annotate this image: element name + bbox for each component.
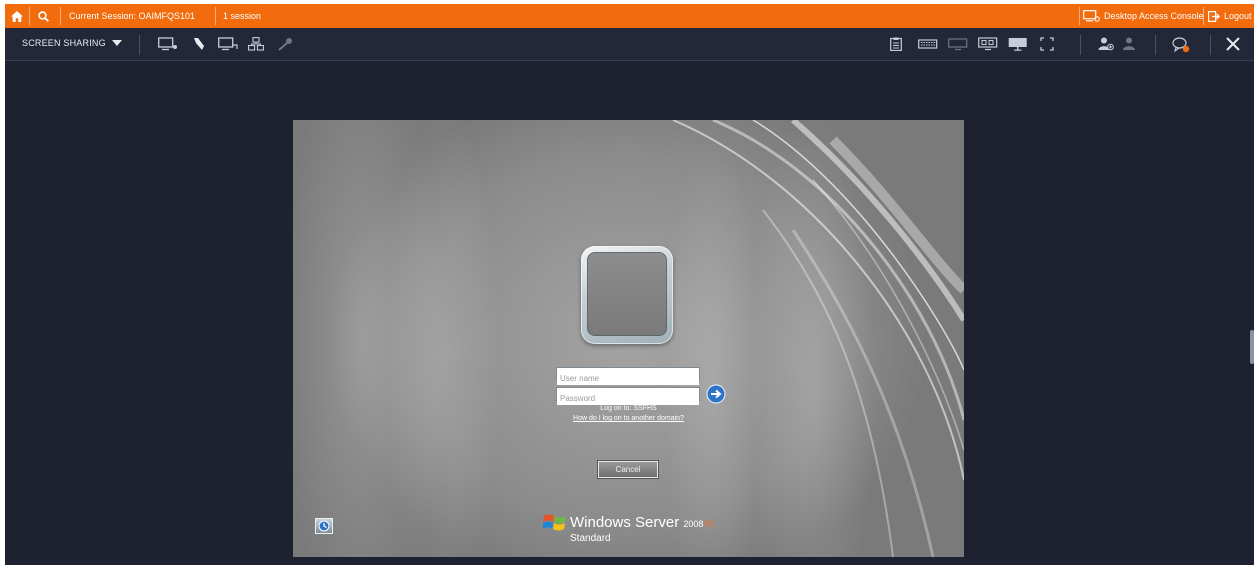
divider <box>1080 35 1081 55</box>
remote-control-button[interactable] <box>193 37 211 51</box>
expand-icon <box>1040 37 1054 51</box>
fullscreen-button[interactable] <box>1040 37 1058 51</box>
divider <box>60 7 61 25</box>
view-only-button[interactable] <box>158 37 177 51</box>
chevron-down-icon <box>111 40 122 46</box>
user-add-icon <box>1098 37 1114 51</box>
close-icon <box>1226 37 1240 51</box>
keyboard-icon <box>918 39 938 49</box>
logout-button[interactable]: Logout <box>1208 4 1252 28</box>
top-bar: Current Session: OAIMFQS101 1 session De… <box>5 4 1254 28</box>
logout-label: Logout <box>1224 11 1252 21</box>
desktop-access-console-label: Desktop Access Console <box>1104 11 1204 21</box>
divider <box>139 35 140 55</box>
cancel-button[interactable]: Cancel <box>598 461 658 478</box>
monitor-icon <box>1008 38 1027 51</box>
logout-icon <box>1208 10 1220 22</box>
search-icon <box>37 10 49 22</box>
chat-button[interactable] <box>1172 37 1190 53</box>
divider <box>215 7 216 25</box>
search-button[interactable] <box>31 4 55 28</box>
divider <box>1203 7 1204 25</box>
home-icon <box>11 10 23 22</box>
product-name: Windows Server 2008R2 <box>570 514 715 531</box>
product-release: R2 <box>703 519 715 529</box>
user-avatar-frame <box>581 246 673 344</box>
divider <box>1155 35 1156 55</box>
home-button[interactable] <box>5 4 29 28</box>
submit-logon-button[interactable] <box>706 384 726 404</box>
network-button[interactable] <box>248 37 266 51</box>
session-toolbar: SCREEN SHARING <box>5 28 1254 61</box>
password-field[interactable] <box>556 387 700 405</box>
desktop-access-console-button[interactable]: Desktop Access Console <box>1083 4 1204 28</box>
username-input[interactable] <box>557 372 699 385</box>
divider <box>1079 7 1080 25</box>
key-icon <box>278 38 292 51</box>
screen-sharing-label: SCREEN SHARING <box>22 38 106 48</box>
add-participant-button[interactable] <box>1098 37 1116 51</box>
monitor-transfer-icon <box>218 37 238 51</box>
close-session-button[interactable] <box>1223 34 1243 54</box>
network-icon <box>248 37 264 51</box>
keyboard-button[interactable] <box>918 37 938 51</box>
windows-logo-icon <box>543 514 566 531</box>
ease-of-access-button[interactable] <box>315 518 333 534</box>
clipboard-button[interactable] <box>890 37 908 51</box>
screen-sharing-dropdown[interactable]: SCREEN SHARING <box>22 38 122 48</box>
user-icon <box>1123 37 1135 50</box>
divider <box>1210 35 1211 55</box>
product-title: Windows Server <box>570 514 680 531</box>
transfer-button[interactable] <box>218 37 238 51</box>
monitor-off-icon <box>948 38 968 51</box>
user-avatar <box>587 252 667 336</box>
clipboard-icon <box>890 37 902 51</box>
logon-domain-text: Log on to: SSFHS <box>600 405 657 412</box>
participants-button[interactable] <box>1122 37 1140 51</box>
monitor-keys-icon <box>978 37 998 51</box>
product-edition: Standard <box>570 533 611 544</box>
ease-of-access-icon <box>318 520 330 532</box>
remote-screen[interactable]: Log on to: SSFHS How do I log on to anot… <box>293 120 964 557</box>
mouse-pointer-icon <box>194 38 204 50</box>
side-panel-handle[interactable] <box>1250 330 1254 364</box>
product-version: 2008 <box>683 519 704 529</box>
other-domain-link[interactable]: How do I log on to another domain? <box>293 415 964 422</box>
password-input[interactable] <box>557 392 699 405</box>
current-session-label[interactable]: Current Session: OAIMFQS101 <box>69 4 195 28</box>
session-count[interactable]: 1 session <box>223 4 261 28</box>
ctrl-alt-del-button[interactable] <box>978 37 998 51</box>
desktop-console-icon <box>1083 10 1100 22</box>
remote-desktop-app: Current Session: OAIMFQS101 1 session De… <box>5 4 1254 565</box>
arrow-right-icon <box>706 384 726 404</box>
blank-screen-button[interactable] <box>948 37 968 51</box>
divider <box>29 7 30 25</box>
chat-icon <box>1172 37 1190 53</box>
monitor-eye-icon <box>158 37 177 51</box>
display-button[interactable] <box>1008 37 1027 51</box>
username-field[interactable] <box>556 367 700 385</box>
credentials-button[interactable] <box>277 37 295 51</box>
